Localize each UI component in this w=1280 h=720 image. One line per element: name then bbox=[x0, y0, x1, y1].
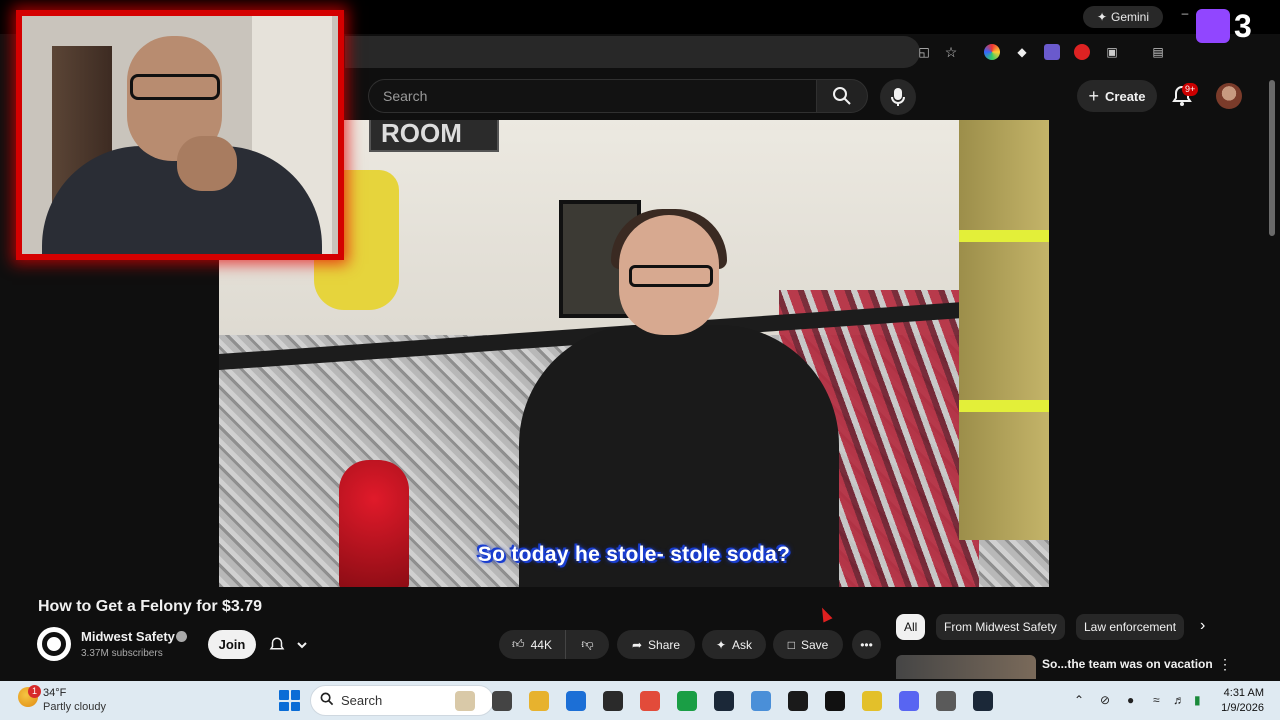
voice-search-button[interactable] bbox=[880, 79, 916, 115]
ask-label: Ask bbox=[732, 637, 753, 652]
create-label: Create bbox=[1105, 88, 1146, 104]
sidebar-icon[interactable]: ▤ bbox=[1150, 44, 1166, 60]
like-count: 44K bbox=[530, 637, 552, 652]
video-title: How to Get a Felony for $3.79 bbox=[38, 598, 263, 615]
video-turnout-coat bbox=[959, 120, 1049, 540]
save-label: Save bbox=[800, 637, 829, 652]
steam-app-icon[interactable] bbox=[714, 691, 734, 711]
volume-icon[interactable]: ♬ bbox=[1173, 693, 1185, 707]
twitch-viewer-overlay: 3 bbox=[1196, 6, 1276, 46]
start-button[interactable] bbox=[279, 690, 300, 711]
twitch-count: 3 bbox=[1234, 7, 1252, 44]
star-icon[interactable]: ☆ bbox=[943, 44, 959, 60]
color-extension-icon[interactable] bbox=[984, 44, 1000, 60]
chip-from-channel[interactable]: From Midwest Safety bbox=[936, 614, 1065, 640]
task-view-icon[interactable] bbox=[492, 691, 512, 711]
epic-games-app-icon[interactable] bbox=[825, 691, 845, 711]
dislike-button[interactable]: 👎︎ bbox=[565, 630, 609, 659]
chip-law-enforcement[interactable]: Law enforcement bbox=[1076, 614, 1185, 640]
more-actions-button[interactable]: ••• bbox=[852, 630, 881, 659]
create-button[interactable]: + Create bbox=[1077, 80, 1157, 112]
twitch-icon bbox=[1196, 9, 1230, 43]
microphone-icon bbox=[891, 88, 905, 106]
weather-alert-badge: 1 bbox=[28, 685, 41, 698]
battery-icon[interactable]: ▮ bbox=[1194, 693, 1201, 707]
video-person bbox=[519, 209, 859, 587]
minimize-button[interactable]: – bbox=[1178, 6, 1192, 20]
thumbs-up-icon: 👍︎ bbox=[512, 637, 525, 651]
share-arrow-icon: ➦ bbox=[631, 637, 643, 652]
chevron-down-icon bbox=[297, 642, 307, 649]
xbox-app-icon[interactable] bbox=[677, 691, 697, 711]
like-button[interactable]: 👍︎ 44K bbox=[499, 630, 565, 659]
thumbs-down-icon: 👎︎ bbox=[581, 637, 594, 651]
join-button[interactable]: Join bbox=[208, 630, 256, 659]
browser-app-icon[interactable] bbox=[751, 691, 771, 711]
rockstar-app-icon[interactable] bbox=[862, 691, 882, 711]
channel-name[interactable]: Midwest Safety bbox=[81, 629, 175, 644]
notification-count-badge: 9+ bbox=[1182, 83, 1199, 96]
channel-avatar[interactable] bbox=[37, 627, 71, 661]
chevron-up-icon[interactable]: ⌃ bbox=[1074, 693, 1084, 707]
obs-app-icon[interactable] bbox=[603, 691, 623, 711]
sparkle-icon: ✦ bbox=[715, 637, 727, 652]
store-app-icon[interactable] bbox=[566, 691, 586, 711]
microphone-tray-icon[interactable]: ● bbox=[1127, 693, 1134, 707]
clock-date[interactable]: 1/9/2026 bbox=[1212, 702, 1264, 714]
bell-icon bbox=[269, 637, 285, 650]
7zip-app-icon[interactable] bbox=[788, 691, 808, 711]
sparkle-icon: ✦ bbox=[1096, 10, 1108, 24]
discord-app-icon[interactable] bbox=[899, 691, 919, 711]
video-room-sign: ROOM bbox=[369, 120, 499, 152]
search-button[interactable] bbox=[816, 79, 868, 113]
network-off-icon[interactable]: ⊘ bbox=[1100, 693, 1110, 707]
recommendation-thumbnail[interactable] bbox=[896, 655, 1036, 679]
search-icon bbox=[833, 87, 851, 105]
twitch-extension-icon[interactable] bbox=[1044, 44, 1060, 60]
weather-temperature[interactable]: 34°F bbox=[43, 687, 66, 699]
share-button[interactable]: ➦ Share bbox=[617, 630, 695, 659]
chips-next-arrow-icon[interactable]: › bbox=[1200, 617, 1205, 635]
gemini-button[interactable]: ✦ Gemini bbox=[1083, 6, 1163, 28]
puzzle-icon[interactable]: ▣ bbox=[1104, 44, 1120, 60]
screen-share-icon[interactable]: ◱ bbox=[916, 44, 932, 60]
share-label: Share bbox=[648, 637, 681, 652]
gemini-label: Gemini bbox=[1111, 10, 1150, 24]
recommendation-title[interactable]: So...the team was on vacation bbox=[1042, 657, 1213, 671]
verified-badge-icon bbox=[176, 631, 187, 642]
weather-description[interactable]: Partly cloudy bbox=[43, 701, 106, 713]
diamond-extension-icon[interactable]: ◆ bbox=[1014, 44, 1030, 60]
chrome-app-icon[interactable] bbox=[640, 691, 660, 711]
account-avatar[interactable] bbox=[1216, 83, 1242, 109]
steam-app-icon-2[interactable] bbox=[973, 691, 993, 711]
streamer-webcam-overlay bbox=[16, 10, 344, 260]
subscription-bell-button[interactable] bbox=[268, 632, 320, 658]
save-button[interactable]: □ Save bbox=[773, 630, 843, 659]
plus-icon: + bbox=[1088, 85, 1100, 106]
subscriber-count: 3.37M subscribers bbox=[81, 648, 163, 659]
windows-taskbar: 1 34°F Partly cloudy Search ⌃ ⊘ ● ≈ ♬ ▮ … bbox=[0, 681, 1280, 720]
settings-app-icon[interactable] bbox=[936, 691, 956, 711]
video-caption: So today he stole- stole soda? bbox=[477, 543, 791, 566]
ask-button[interactable]: ✦ Ask bbox=[702, 630, 766, 659]
page-scrollbar[interactable] bbox=[1268, 76, 1276, 236]
widgets-app-icon[interactable] bbox=[455, 691, 475, 711]
file-explorer-icon[interactable] bbox=[529, 691, 549, 711]
bookmark-icon: □ bbox=[787, 637, 795, 652]
search-icon bbox=[320, 692, 334, 706]
address-bar[interactable] bbox=[345, 36, 920, 68]
chip-all[interactable]: All bbox=[896, 614, 926, 640]
video-fire-hydrant bbox=[339, 460, 409, 587]
search-input[interactable]: Search bbox=[368, 79, 816, 113]
wifi-icon[interactable]: ≈ bbox=[1153, 693, 1160, 707]
red-extension-icon[interactable] bbox=[1074, 44, 1090, 60]
clock-time[interactable]: 4:31 AM bbox=[1222, 687, 1264, 699]
mouse-cursor-icon bbox=[817, 605, 833, 623]
recommendation-more-icon[interactable]: ⋮ bbox=[1218, 656, 1232, 673]
